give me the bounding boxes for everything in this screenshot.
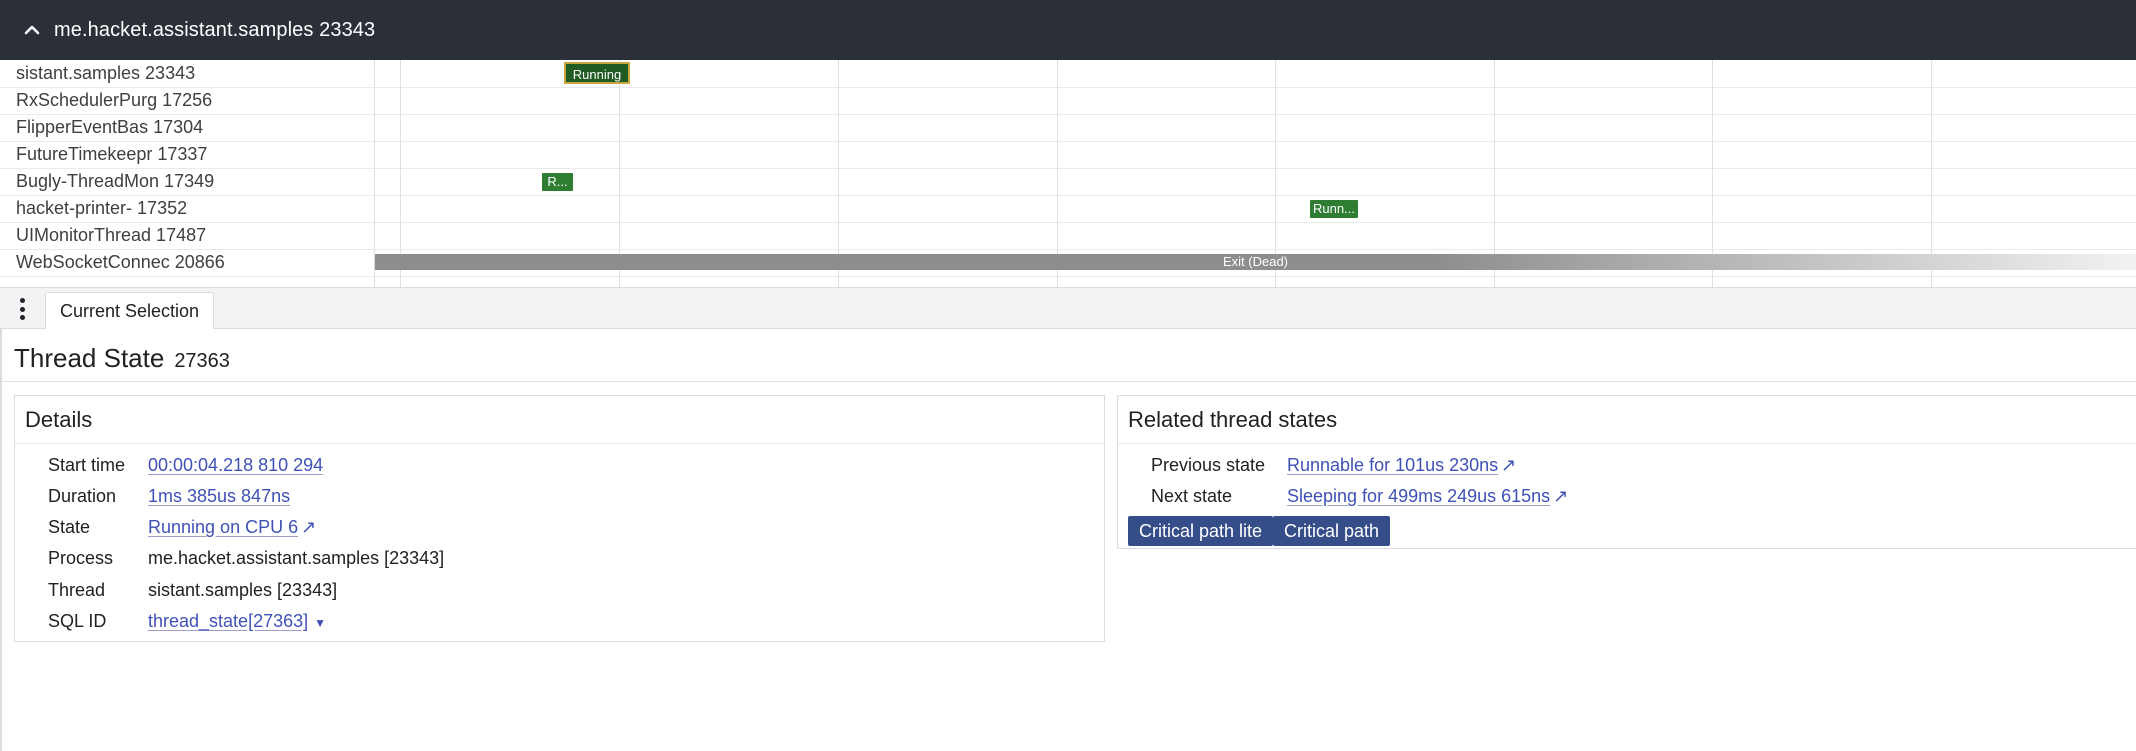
previous-state-link[interactable]: Runnable for 101us 230ns ↗ <box>1287 451 1516 479</box>
grid-line <box>1712 60 1713 287</box>
grid-line <box>400 60 401 287</box>
critical-path-button[interactable]: Critical path <box>1273 516 1391 546</box>
timeline-grid[interactable]: Running R... Runn... <box>375 60 2136 287</box>
sql-id-menu[interactable]: thread_state[27363] ▼ <box>148 607 326 635</box>
next-state-link[interactable]: Sleeping for 499ms 249us 615ns ↗ <box>1287 482 1568 510</box>
process-label: Process <box>48 548 114 568</box>
sql-id-value: thread_state[27363] <box>148 611 309 631</box>
previous-state-value: Runnable for 101us 230ns <box>1287 455 1499 475</box>
grid-line <box>1494 60 1495 287</box>
page-title: Thread State 27363 <box>14 343 230 374</box>
thread-row: Thread sistant.samples [23343] <box>48 576 337 604</box>
grid-line <box>619 60 620 287</box>
divider <box>2 381 2136 382</box>
details-tab-bar: Current Selection <box>0 287 2136 330</box>
critical-path-lite-button[interactable]: Critical path lite <box>1128 516 1274 546</box>
track-label[interactable]: FlipperEventBas 17304 <box>16 114 203 141</box>
sql-id-row: SQL ID thread_state[27363] ▼ <box>48 607 326 635</box>
state-label: State <box>48 517 91 537</box>
process-track-header[interactable]: me.hacket.assistant.samples 23343 <box>0 0 2136 60</box>
track-label[interactable]: sistant.samples 23343 <box>16 60 195 87</box>
grid-line <box>1057 60 1058 287</box>
previous-state-label: Previous state <box>1151 455 1266 475</box>
related-thread-states-card: Related thread states Previous state Run… <box>1117 395 2136 549</box>
track-label[interactable]: Bugly-ThreadMon 17349 <box>16 168 214 195</box>
state-value: Running on CPU 6 <box>148 517 299 537</box>
tab-current-selection[interactable]: Current Selection <box>45 292 215 330</box>
details-card: Details Start time 00:00:04.218 810 294 … <box>14 395 1105 642</box>
grid-line <box>838 60 839 287</box>
sql-id-label: SQL ID <box>48 611 107 631</box>
exit-dead-slice[interactable]: Exit (Dead) <box>375 254 2136 270</box>
thread-state-slice[interactable]: R... <box>542 173 573 191</box>
track-label[interactable]: WebSocketConnec 20866 <box>16 249 225 276</box>
track-labels: sistant.samples 23343 RxSchedulerPurg 17… <box>0 60 375 287</box>
track-label[interactable]: RxSchedulerPurg 17256 <box>16 87 212 114</box>
process-row: Process me.hacket.assistant.samples [233… <box>48 544 444 572</box>
state-row: State Running on CPU 6 ↗ <box>48 513 316 541</box>
process-value: me.hacket.assistant.samples [23343] <box>148 548 445 568</box>
grid-line <box>1275 60 1276 287</box>
caret-down-icon: ▼ <box>314 616 327 630</box>
previous-state-row: Previous state Runnable for 101us 230ns ↗ <box>1151 451 1516 479</box>
duration-label: Duration <box>48 486 117 506</box>
start-time-row: Start time 00:00:04.218 810 294 <box>48 451 323 479</box>
thread-tracks: sistant.samples 23343 RxSchedulerPurg 17… <box>0 60 2136 287</box>
chevron-up-icon[interactable] <box>24 22 40 38</box>
duration-row: Duration 1ms 385us 847ns <box>48 482 290 510</box>
start-time-link[interactable]: 00:00:04.218 810 294 <box>148 451 323 479</box>
details-heading: Details <box>15 396 1104 444</box>
more-vert-icon[interactable] <box>12 296 32 322</box>
state-link[interactable]: Running on CPU 6 ↗ <box>148 513 316 541</box>
next-state-row: Next state Sleeping for 499ms 249us 615n… <box>1151 482 1568 510</box>
thread-state-slice[interactable]: Runn... <box>1310 200 1358 218</box>
thread-state-id: 27363 <box>174 350 230 372</box>
current-selection-panel: Thread State 27363 Details Start time 00… <box>0 329 2136 751</box>
thread-state-title: Thread State <box>14 343 165 373</box>
open-in-new-icon: ↗ <box>301 517 317 537</box>
start-time-label: Start time <box>48 455 126 475</box>
process-title: me.hacket.assistant.samples 23343 <box>54 18 376 41</box>
selected-thread-state-slice[interactable]: Running <box>564 62 630 84</box>
grid-line <box>1931 60 1932 287</box>
next-state-label: Next state <box>1151 486 1233 506</box>
track-label[interactable]: UIMonitorThread 17487 <box>16 222 206 249</box>
duration-link[interactable]: 1ms 385us 847ns <box>148 482 290 510</box>
thread-label: Thread <box>48 580 106 600</box>
track-label[interactable]: FutureTimekeepr 17337 <box>16 141 207 168</box>
open-in-new-icon: ↗ <box>1553 486 1569 506</box>
thread-value: sistant.samples [23343] <box>148 580 338 600</box>
related-heading: Related thread states <box>1118 396 2136 444</box>
track-label[interactable]: hacket-printer- 17352 <box>16 195 187 222</box>
next-state-value: Sleeping for 499ms 249us 615ns <box>1287 486 1551 506</box>
open-in-new-icon: ↗ <box>1501 455 1517 475</box>
